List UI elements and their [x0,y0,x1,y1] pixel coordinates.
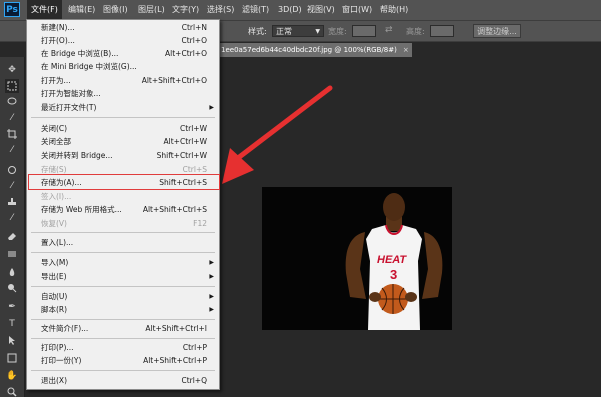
menu-item-scripts[interactable]: 脚本(R) ▶ [27,303,219,316]
menu-item-open-smart-object[interactable]: 打开为智能对象... [27,87,219,100]
photoshop-window: Ps 文件(F) 编辑(E) 图像(I) 图层(L) 文字(Y) 选择(S) 滤… [0,0,601,397]
menu-item-import[interactable]: 导入(M) ▶ [27,256,219,269]
chevron-right-icon: ▶ [209,259,214,266]
menu-separator [31,338,215,339]
menu-separator [31,232,215,233]
menu-separator [31,252,215,253]
menu-item-new[interactable]: 新建(N)... Ctrl+N [27,21,219,34]
chevron-right-icon: ▶ [209,273,214,280]
menu-item-close[interactable]: 关闭(C) Ctrl+W [27,122,219,135]
save-as-highlight [28,174,220,190]
chevron-right-icon: ▶ [209,104,214,111]
menu-item-browse-bridge[interactable]: 在 Bridge 中浏览(B)... Alt+Ctrl+O [27,47,219,60]
menu-item-exit[interactable]: 退出(X) Ctrl+Q [27,374,219,387]
menu-item-close-all[interactable]: 关闭全部 Alt+Ctrl+W [27,135,219,148]
menu-separator [31,319,215,320]
menu-item-automate[interactable]: 自动(U) ▶ [27,290,219,303]
file-menu-dropdown: 新建(N)... Ctrl+N 打开(O)... Ctrl+O 在 Bridge 中… [26,19,220,390]
chevron-right-icon: ▶ [209,306,214,313]
chevron-right-icon: ▶ [209,293,214,300]
menu-item-revert[interactable]: 恢复(V) F12 [27,217,219,230]
menu-item-export[interactable]: 导出(E) ▶ [27,270,219,283]
menu-item-place[interactable]: 置入(L)... [27,236,219,249]
menu-item-file-info[interactable]: 文件简介(F)... Alt+Shift+Ctrl+I [27,322,219,335]
menu-item-close-to-bridge[interactable]: 关闭并转到 Bridge... Shift+Ctrl+W [27,149,219,162]
menu-item-open[interactable]: 打开(O)... Ctrl+O [27,34,219,47]
menu-item-check-in[interactable]: 签入(I)... [27,190,219,203]
menu-separator [31,370,215,371]
menu-item-browse-mini-bridge[interactable]: 在 Mini Bridge 中浏览(G)... [27,60,219,73]
menu-item-recent[interactable]: 最近打开文件(T) ▶ [27,101,219,114]
menu-item-save-for-web[interactable]: 存储为 Web 所用格式... Alt+Shift+Ctrl+S [27,203,219,216]
menu-separator [31,117,215,118]
menu-item-print-one[interactable]: 打印一份(Y) Alt+Shift+Ctrl+P [27,354,219,367]
menu-separator [31,286,215,287]
menu-item-open-as[interactable]: 打开为... Alt+Shift+Ctrl+O [27,74,219,87]
menu-item-print[interactable]: 打印(P)... Ctrl+P [27,341,219,354]
